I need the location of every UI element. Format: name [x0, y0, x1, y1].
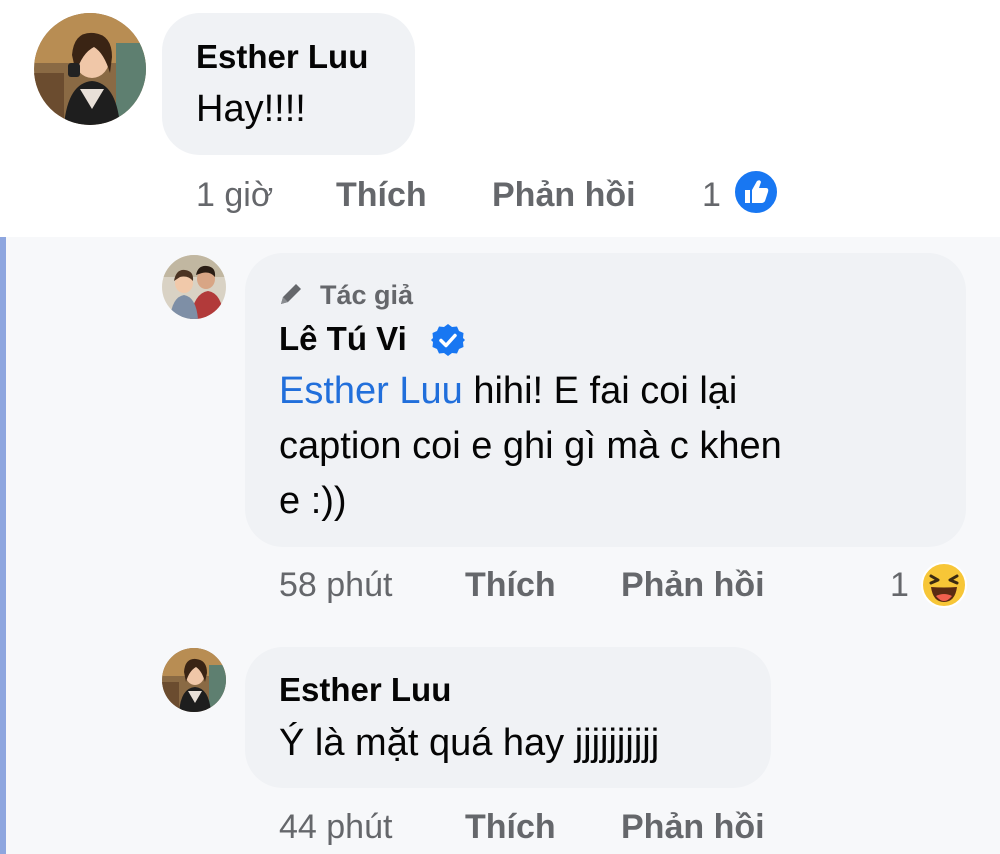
comment-timestamp[interactable]: 1 giờ — [196, 176, 273, 215]
verified-badge-icon — [431, 323, 465, 357]
comment-bubble — [162, 13, 415, 155]
reply-actions: 58 phút Thích Phản hồi — [279, 566, 879, 610]
avatar-le-tu-vi[interactable] — [162, 255, 226, 319]
reply-button[interactable]: Phản hồi — [492, 176, 636, 215]
like-icon[interactable] — [733, 169, 779, 215]
avatar-esther-luu-reply[interactable] — [162, 648, 226, 712]
reply-text-line1: Esther Luu hihi! E fai coi lại — [279, 370, 737, 413]
reply-text-part: hihi! E fai coi lại — [462, 370, 738, 412]
like-button[interactable]: Thích — [465, 808, 556, 847]
reply-button[interactable]: Phản hồi — [621, 808, 765, 847]
reaction-count[interactable]: 1 — [702, 176, 721, 215]
mention-link[interactable]: Esther Luu — [279, 370, 463, 412]
author-badge: Tác giả — [320, 280, 414, 310]
avatar-esther-luu[interactable] — [34, 13, 146, 125]
commenter-name[interactable]: Esther Luu — [196, 38, 368, 76]
reply-button[interactable]: Phản hồi — [621, 566, 765, 605]
reply-actions: 44 phút Thích Phản hồi — [279, 808, 879, 852]
reply-text: Ý là mặt quá hay jjjjjjjjjj — [279, 722, 660, 764]
pencil-icon — [277, 280, 305, 308]
reply-thread-line — [0, 237, 6, 854]
reply-bubble — [245, 647, 771, 788]
comment-text: Hay!!!! — [196, 88, 306, 130]
reaction-count[interactable]: 1 — [890, 566, 909, 605]
haha-icon[interactable] — [920, 561, 968, 609]
like-button[interactable]: Thích — [336, 176, 427, 215]
like-button[interactable]: Thích — [465, 566, 556, 605]
reply-timestamp[interactable]: 44 phút — [279, 808, 392, 847]
reply-text-line2: caption coi e ghi gì mà c khen — [279, 425, 782, 467]
replier-name[interactable]: Esther Luu — [279, 671, 451, 709]
reply-text-line3: e :)) — [279, 480, 347, 522]
reply-timestamp[interactable]: 58 phút — [279, 566, 392, 605]
author-name[interactable]: Lê Tú Vi — [279, 320, 407, 358]
